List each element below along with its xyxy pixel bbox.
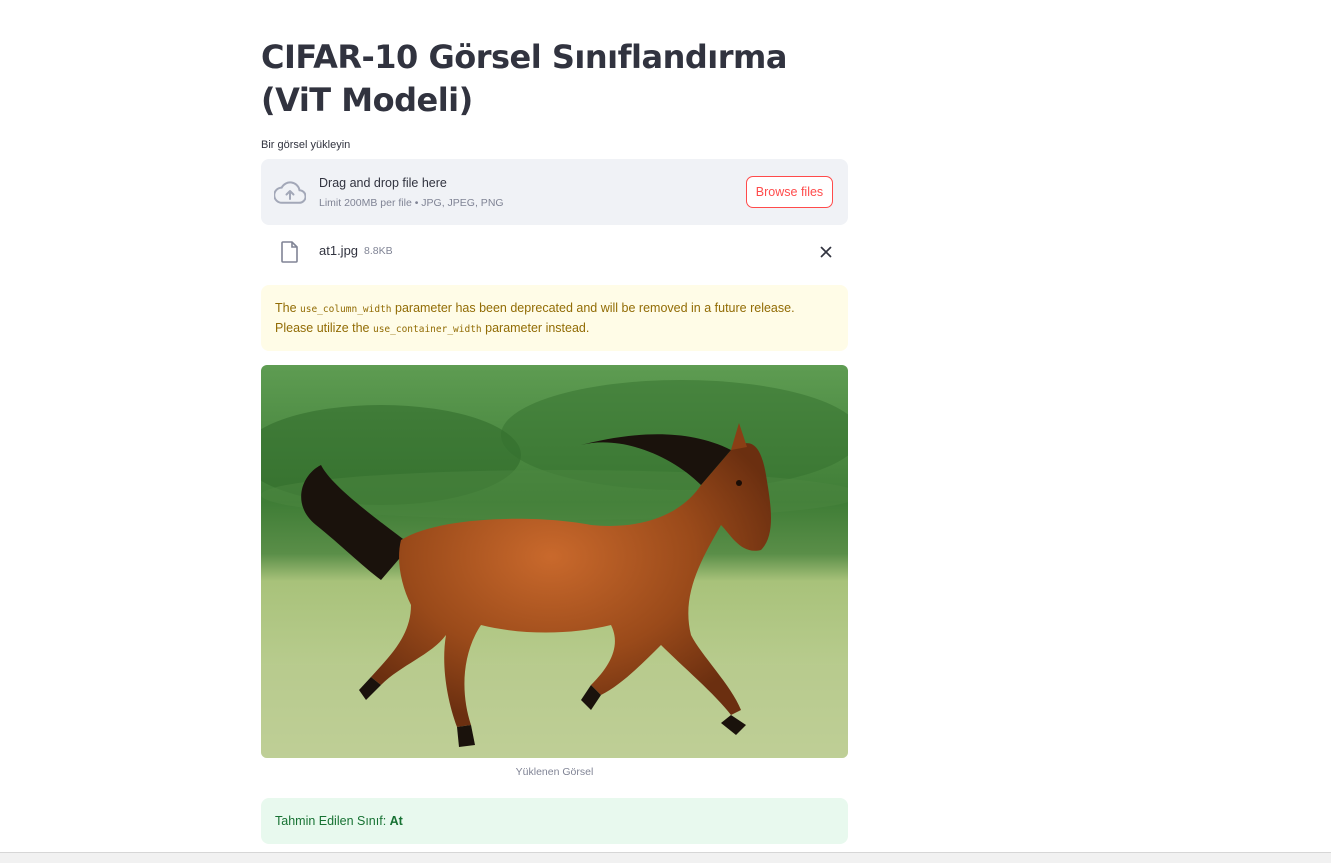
page-title: CIFAR-10 Görsel Sınıflandırma (ViT Model… xyxy=(261,38,787,119)
warning-text-1: The xyxy=(275,301,301,315)
uploaded-image xyxy=(261,365,848,758)
prediction-label: Tahmin Edilen Sınıf: xyxy=(275,814,390,828)
uploader-label: Bir görsel yükleyin xyxy=(261,139,351,151)
dropzone-limit-text: Limit 200MB per file • JPG, JPEG, PNG xyxy=(319,197,504,209)
uploaded-file-size: 8.8KB xyxy=(364,245,393,257)
deprecation-warning: The use_column_width parameter has been … xyxy=(261,285,848,351)
prediction-value: At xyxy=(389,814,403,828)
cloud-upload-icon xyxy=(274,181,306,204)
file-dropzone[interactable]: Drag and drop file here Limit 200MB per … xyxy=(261,159,848,225)
dropzone-instructions: Drag and drop file here xyxy=(319,176,447,190)
image-caption: Yüklenen Görsel xyxy=(515,766,594,778)
browse-files-button[interactable]: Browse files xyxy=(746,176,833,208)
uploaded-file-row: at1.jpg 8.8KB xyxy=(261,237,848,267)
close-icon[interactable] xyxy=(818,244,834,260)
file-icon xyxy=(281,241,298,263)
horse-photo xyxy=(261,365,848,758)
warning-code-2: use_container_width xyxy=(372,324,482,335)
bottom-bar xyxy=(0,852,1331,863)
warning-text-3: parameter instead. xyxy=(481,321,590,335)
uploaded-file-name: at1.jpg xyxy=(319,243,359,258)
prediction-result: Tahmin Edilen Sınıf: At xyxy=(261,798,848,844)
warning-code-1: use_column_width xyxy=(300,304,392,315)
